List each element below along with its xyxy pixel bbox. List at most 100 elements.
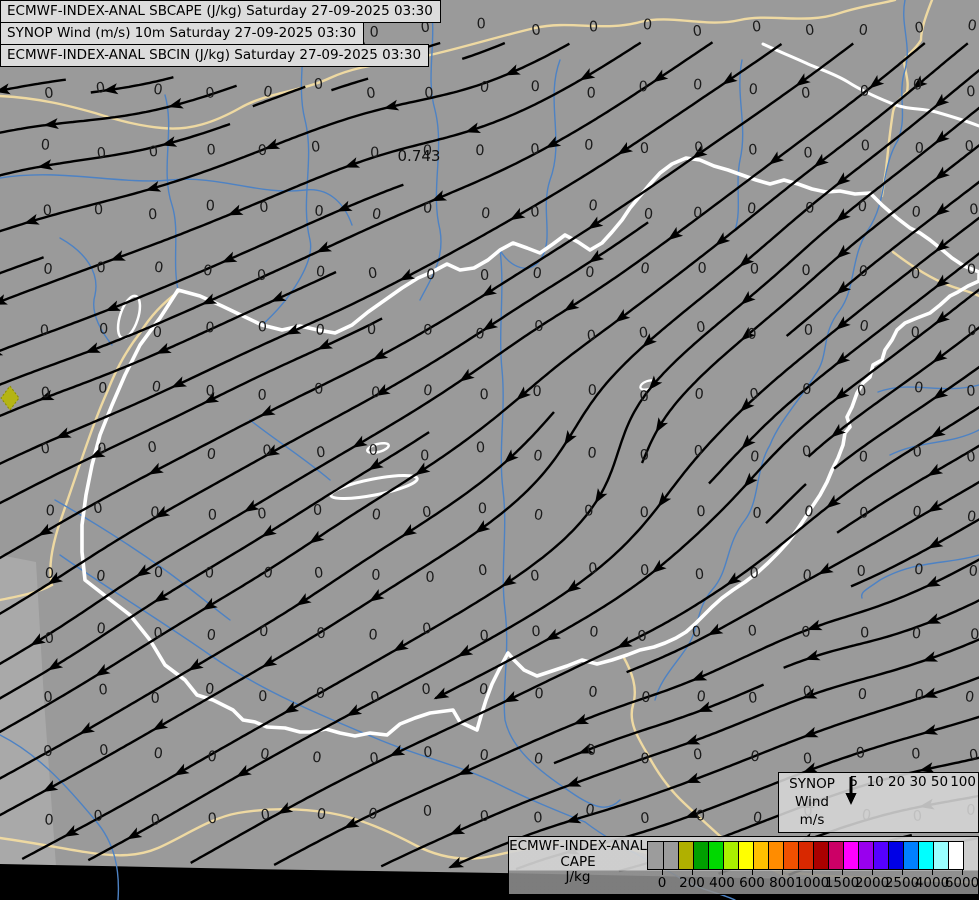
cape-value-label: 0: [968, 747, 979, 764]
map-background: [0, 0, 979, 900]
weather-analysis-map: 0 0 0 0 0 0 0 0 0 0 0 0 0 0 0 0 0 0 0 0 0 0 0 0 0 0 0 0 0 0 0 0 0 0 0 0 0 0 0 0…: [0, 0, 979, 900]
cape-value-label: 0: [96, 145, 107, 162]
cape-value-label: 0: [805, 200, 815, 216]
cape-value-label: 0: [529, 568, 540, 585]
cape-value-label: 0: [970, 627, 979, 643]
down-arrow-icon: [845, 777, 857, 805]
cape-swatch: [648, 842, 663, 869]
cape-value-label: 0: [750, 261, 759, 277]
cape-swatch: [888, 842, 903, 869]
cape-value-label: 0: [206, 627, 217, 644]
cape-value-label: 0: [150, 812, 160, 829]
cape-swatch: [903, 842, 918, 869]
cape-value-label: 0: [148, 144, 158, 161]
cape-ticklabel: 6000: [944, 875, 979, 891]
wind-legend-title-line3: m/s: [799, 812, 825, 828]
cape-legend-title: ECMWF-INDEX-ANAL CAPE J/kg: [509, 838, 647, 886]
cape-value-label: 0: [589, 19, 599, 35]
cape-value-label: 0: [93, 808, 104, 825]
wind-legend-title-line2: Wind: [795, 794, 829, 810]
cape-value-label: 0: [423, 745, 433, 761]
cape-value-label: 0: [748, 142, 758, 159]
cape-swatch: [678, 842, 693, 869]
cape-value-label: 0: [98, 682, 109, 699]
cape-value-label: 0: [40, 323, 49, 339]
cape-value-label: 0: [588, 561, 598, 577]
cape-value-label: 0: [803, 145, 813, 161]
cape-value-label: 0: [966, 84, 976, 101]
cape-value-label: 0: [802, 382, 812, 398]
cape-value-label: 0: [746, 201, 757, 218]
cape-value-label: 0: [259, 200, 269, 217]
cape-value-label: 0: [534, 686, 544, 702]
cape-value-label: 0: [802, 751, 813, 768]
cape-value-label: 0: [692, 747, 703, 764]
cape-value-label: 0: [530, 204, 540, 220]
cape-value-label: 0: [585, 264, 595, 281]
cape-value-label: 0: [587, 445, 597, 462]
cape-value-label: 0: [747, 326, 757, 342]
cape-value-label: 0: [150, 691, 160, 707]
cape-value-label: 0: [43, 689, 54, 706]
cape-value-label: 0: [97, 441, 107, 457]
cape-value-label: 0: [476, 440, 486, 456]
cape-value-label: 0: [422, 200, 433, 217]
cape-value-label: 0: [911, 204, 922, 221]
cape-value-label: 0: [480, 268, 490, 284]
cape-value-label: 0: [475, 143, 485, 159]
cape-swatch: [783, 842, 798, 869]
cape-value-label: 0: [968, 563, 979, 580]
cape-value-label: 0: [750, 749, 760, 766]
cape-value-label: 0: [586, 86, 595, 102]
cape-value-label: 0: [964, 139, 974, 156]
wind-legend-title: SYNOP Wind m/s: [779, 775, 845, 829]
cape-value-label: 0: [314, 381, 324, 397]
cape-value-label: 0: [262, 443, 272, 460]
cape-swatch: [918, 842, 933, 869]
cape-value-label: 0: [696, 689, 707, 706]
cape-value-label: 0: [422, 621, 433, 638]
cape-value-label: 0: [912, 504, 922, 520]
wind-speed-item: 10: [845, 775, 885, 805]
cape-value-label: 0: [966, 449, 977, 466]
cape-value-label: 0: [258, 624, 269, 641]
wind-speed-item: 30: [845, 775, 928, 805]
cape-value-label: 0: [207, 811, 217, 828]
cape-value-label: 0: [310, 139, 321, 156]
cape-value-label: 0: [586, 328, 596, 345]
cape-value-label: 0: [639, 141, 649, 157]
cape-value-label: 0: [206, 446, 217, 463]
cape-value-label: 0: [858, 264, 868, 280]
cape-value-label: 0: [207, 749, 218, 766]
cape-value-label: 0: [856, 564, 866, 580]
cape-value-label: 0: [966, 383, 976, 400]
cape-value-label: 0: [476, 16, 485, 32]
cape-value-label: 0: [911, 325, 920, 341]
cape-value-label: 0: [42, 203, 52, 220]
cape-value-label: 0: [911, 626, 922, 643]
cape-value-label: 0: [257, 506, 268, 523]
cape-value-label: 0: [855, 745, 865, 762]
cape-value-label: 0: [530, 142, 540, 158]
wind-legend-items: 5 10 20 30 50 100: [843, 774, 976, 805]
cape-value-label: 0: [533, 810, 543, 826]
cape-value-label: 0: [642, 17, 652, 34]
cape-value-label: 0: [749, 566, 759, 582]
cape-value-label: 0: [967, 262, 976, 278]
cape-value-label: 0: [257, 387, 267, 403]
cape-value-label: 0: [425, 570, 434, 586]
cape-swatch: [753, 842, 768, 869]
wind-speed-item: 50: [845, 775, 950, 805]
cape-value-label: 0: [153, 746, 164, 763]
cape-value-label: 0: [421, 682, 431, 699]
cape-value-label: 0: [534, 318, 545, 335]
cape-value-label: 0: [370, 145, 379, 161]
cape-value-label: 0: [425, 267, 436, 284]
wind-legend-title-line1: SYNOP: [789, 776, 835, 792]
cape-value-label: 0: [202, 263, 213, 280]
cape-value-label: 0: [643, 206, 653, 223]
cape-value-label: 0: [479, 809, 489, 826]
wind-speed-label: 100: [950, 774, 976, 790]
cape-value-label: 0: [857, 687, 868, 704]
cape-value-label: 0: [371, 507, 382, 524]
